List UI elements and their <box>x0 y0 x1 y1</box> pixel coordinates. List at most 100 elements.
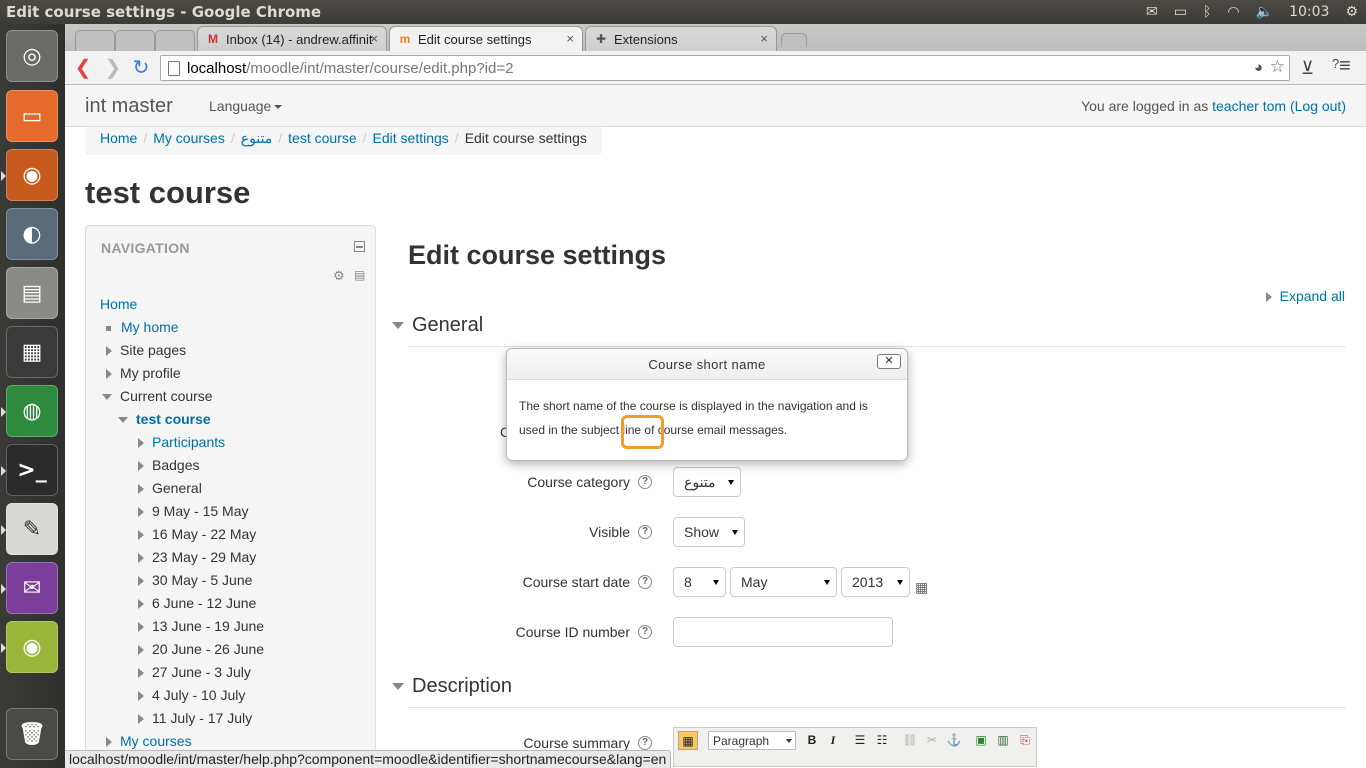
text-editor-icon[interactable]: ✎ <box>1 503 58 555</box>
terminal-icon[interactable]: >_ <box>1 444 58 496</box>
nav-item-badges[interactable]: Badges <box>138 457 199 480</box>
files-icon[interactable]: ▭ <box>6 90 58 142</box>
tab-inbox[interactable]: M Inbox (14) - andrew.affinit × <box>197 26 387 51</box>
help-icon[interactable]: ? <box>638 736 652 750</box>
clock[interactable]: 10:03 <box>1289 4 1329 20</box>
nav-item-home[interactable]: Home <box>100 296 137 319</box>
help-icon[interactable]: ? <box>638 625 652 639</box>
reload-icon[interactable]: ↻ <box>129 56 153 80</box>
expand-all-link[interactable]: Expand all <box>1265 288 1345 304</box>
firefox-icon[interactable]: ◉ <box>1 149 58 201</box>
nav-item-label[interactable]: test course <box>136 411 211 427</box>
media-icon[interactable]: ▥ <box>993 731 1013 750</box>
start-month-select[interactable]: May <box>730 567 837 597</box>
anchor-icon[interactable]: ⚓ <box>944 731 964 750</box>
collapse-block-icon[interactable] <box>354 241 365 252</box>
start-day-select[interactable]: 8 <box>673 567 726 597</box>
id-number-input[interactable] <box>673 617 893 647</box>
nav-item-site-pages[interactable]: Site pages <box>106 342 186 365</box>
nav-item-my-profile[interactable]: My profile <box>106 365 181 388</box>
bookmark-star-icon[interactable]: ☆ <box>1270 57 1285 77</box>
paragraph-format-select[interactable]: Paragraph <box>708 731 796 750</box>
gear-icon[interactable]: ⚙ <box>1345 4 1358 20</box>
dock-block-icon[interactable]: ▤ <box>354 268 365 282</box>
mail-icon[interactable]: ✉ <box>1146 4 1158 20</box>
breadcrumb-edit-settings[interactable]: Edit settings <box>373 130 449 146</box>
paste-icon[interactable]: ⎘ <box>1015 731 1035 750</box>
course-category-select[interactable]: متنوع <box>673 467 741 497</box>
wifi-icon[interactable]: ◠ <box>1227 4 1239 20</box>
chrome-icon[interactable]: ◍ <box>1 385 58 437</box>
user-link[interactable]: teacher tom <box>1212 98 1286 114</box>
tab-extensions[interactable]: ✚ Extensions × <box>585 26 777 51</box>
pidgin-icon[interactable]: ✉ <box>1 562 58 614</box>
nav-item-label[interactable]: Home <box>100 296 137 312</box>
nav-item-week[interactable]: 23 May - 29 May <box>138 549 256 572</box>
nav-item-week[interactable]: 6 June - 12 June <box>138 595 256 618</box>
pinned-tab[interactable] <box>75 30 115 51</box>
address-bar[interactable]: localhost/moodle/int/master/course/edit.… <box>160 55 1290 81</box>
forward-icon[interactable]: ❯ <box>101 56 125 80</box>
nav-item-test-course[interactable]: test course <box>118 411 211 434</box>
nav-item-current-course[interactable]: Current course <box>102 388 213 411</box>
nav-item-label[interactable]: Participants <box>152 434 225 450</box>
help-icon[interactable]: ? <box>638 525 652 539</box>
nav-item-week[interactable]: 20 June - 26 June <box>138 641 264 664</box>
disk-utility-icon[interactable]: ◐ <box>6 208 58 260</box>
help-icon[interactable]: ? <box>638 475 652 489</box>
bold-icon[interactable]: B <box>802 731 822 750</box>
tab-edit-course-settings[interactable]: m Edit course settings × <box>389 26 583 51</box>
new-tab-button[interactable] <box>781 33 807 47</box>
italic-icon[interactable]: I <box>823 731 843 750</box>
link-icon[interactable]: ⛓ <box>900 731 920 750</box>
nav-item-week[interactable]: 27 June - 3 July <box>138 664 251 687</box>
close-tab-icon[interactable]: × <box>760 31 768 46</box>
language-menu[interactable]: Language <box>209 98 283 114</box>
menu-icon[interactable]: ≡ <box>1339 55 1351 78</box>
visible-select[interactable]: Show <box>673 517 745 547</box>
close-tab-icon[interactable]: × <box>566 31 574 46</box>
summary-editor[interactable]: ▦ Paragraph B I ☰ ☷ ⛓ ✂ ⚓ ▣ ▥ ⎘ <box>673 727 1037 767</box>
nav-item-week[interactable]: 13 June - 19 June <box>138 618 264 641</box>
expand-all-label[interactable]: Expand all <box>1280 288 1345 304</box>
reddit-icon[interactable]: ◕ <box>1254 59 1263 76</box>
nav-item-week[interactable]: 30 May - 5 June <box>138 572 252 595</box>
breadcrumb-course[interactable]: test course <box>288 130 356 146</box>
site-brand[interactable]: int master <box>85 95 173 118</box>
breadcrumb-category[interactable]: متنوع <box>241 130 273 146</box>
nav-item-week[interactable]: 16 May - 22 May <box>138 526 256 549</box>
close-tab-icon[interactable]: × <box>370 31 378 46</box>
logout-link[interactable]: (Log out) <box>1290 98 1346 114</box>
section-description-header[interactable]: Description <box>392 675 512 698</box>
volume-icon[interactable]: 🔈 <box>1256 4 1273 20</box>
ubuntu-logo-icon[interactable]: ◎ <box>6 30 58 82</box>
nav-item-week[interactable]: 9 May - 15 May <box>138 503 248 526</box>
image-icon[interactable]: ▣ <box>971 731 991 750</box>
start-year-select[interactable]: 2013 <box>841 567 910 597</box>
nav-item-week[interactable]: 11 July - 17 July <box>138 710 252 733</box>
gear-icon[interactable]: ⚙ <box>333 268 345 284</box>
bullet-list-icon[interactable]: ☰ <box>850 731 870 750</box>
help-icon[interactable]: ? <box>638 575 652 589</box>
workspace-switcher-icon[interactable]: ▦ <box>6 326 58 378</box>
extension-icon[interactable]: ⊻ <box>1301 58 1314 79</box>
trash-icon[interactable]: 🗑 <box>6 708 58 760</box>
nav-item-general[interactable]: General <box>138 480 202 503</box>
nav-item-my-home[interactable]: My home <box>104 319 179 342</box>
battery-icon[interactable]: ▭ <box>1174 4 1187 20</box>
bluetooth-icon[interactable]: ᛒ <box>1203 4 1211 20</box>
nav-item-participants[interactable]: Participants <box>138 434 225 457</box>
toolbar-toggle-icon[interactable]: ▦ <box>678 731 698 750</box>
pinned-tab[interactable] <box>155 30 195 51</box>
nav-item-label[interactable]: My courses <box>120 733 192 749</box>
speaker-icon[interactable]: ◉ <box>1 621 58 673</box>
close-popup-button[interactable]: ✕ <box>877 354 901 369</box>
drive-icon[interactable]: ▤ <box>6 267 58 319</box>
numbered-list-icon[interactable]: ☷ <box>872 731 892 750</box>
nav-item-label[interactable]: My home <box>121 319 179 335</box>
nav-item-week[interactable]: 4 July - 10 July <box>138 687 245 710</box>
breadcrumb-home[interactable]: Home <box>100 130 137 146</box>
section-general-header[interactable]: General <box>392 314 483 337</box>
pinned-tab[interactable] <box>115 30 155 51</box>
breadcrumb-my-courses[interactable]: My courses <box>153 130 225 146</box>
